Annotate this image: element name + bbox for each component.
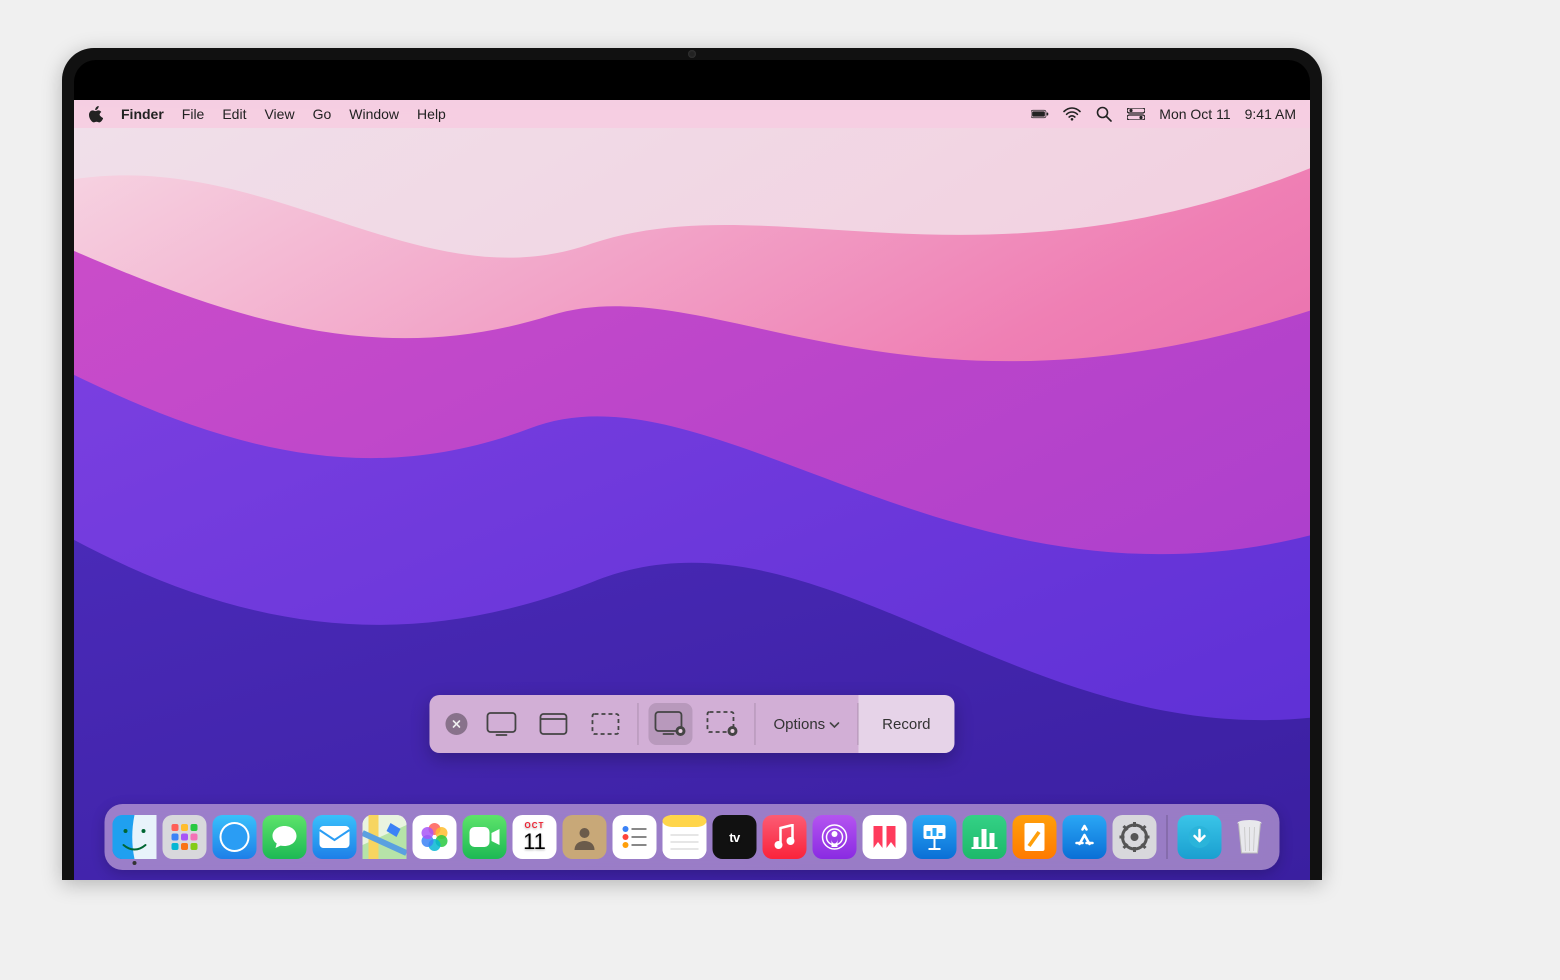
- dock-contacts[interactable]: [563, 815, 607, 859]
- camera-notch: [688, 50, 696, 58]
- dock-podcasts[interactable]: [813, 815, 857, 859]
- dock-photos[interactable]: [413, 815, 457, 859]
- window-menu[interactable]: Window: [349, 106, 399, 122]
- menu-bar-date[interactable]: Mon Oct 11: [1159, 106, 1230, 122]
- dock-safari[interactable]: [213, 815, 257, 859]
- close-screenshot-toolbar-button[interactable]: [445, 713, 467, 735]
- dock-notes[interactable]: [663, 815, 707, 859]
- dock-facetime[interactable]: [463, 815, 507, 859]
- app-menu[interactable]: Finder: [121, 106, 164, 122]
- screenshot-toolbar: Options Record: [429, 695, 954, 753]
- dock-reminders[interactable]: [613, 815, 657, 859]
- desktop-wallpaper: [74, 100, 1310, 880]
- capture-selection-button[interactable]: [583, 703, 627, 745]
- dock-launchpad[interactable]: [163, 815, 207, 859]
- dock-pages[interactable]: [1013, 815, 1057, 859]
- spotlight-search-icon[interactable]: [1095, 105, 1113, 123]
- dock-music[interactable]: [763, 815, 807, 859]
- record-label: Record: [882, 716, 930, 733]
- dock-finder[interactable]: [113, 815, 157, 859]
- menu-bar-time[interactable]: 9:41 AM: [1245, 106, 1296, 122]
- capture-window-button[interactable]: [531, 703, 575, 745]
- dock-mail[interactable]: [313, 815, 357, 859]
- go-menu[interactable]: Go: [313, 106, 332, 122]
- record-entire-screen-button[interactable]: [648, 703, 692, 745]
- calendar-day: 11: [523, 831, 546, 853]
- dock-maps[interactable]: [363, 815, 407, 859]
- screenshot-record-button[interactable]: Record: [858, 695, 954, 753]
- capture-entire-screen-button[interactable]: [479, 703, 523, 745]
- dock-calendar[interactable]: OCT 11: [513, 815, 557, 859]
- apple-menu-icon[interactable]: [88, 106, 103, 123]
- dock-trash[interactable]: [1228, 815, 1272, 859]
- dock-separator: [1167, 815, 1168, 859]
- screenshot-options-button[interactable]: Options: [755, 695, 857, 753]
- dock-system-preferences[interactable]: [1113, 815, 1157, 859]
- options-label: Options: [773, 716, 825, 733]
- dock-appstore[interactable]: [1063, 815, 1107, 859]
- battery-status-icon[interactable]: [1031, 105, 1049, 123]
- menu-bar: Finder File Edit View Go Window Help: [74, 100, 1310, 128]
- dock-news[interactable]: [863, 815, 907, 859]
- dock: OCT 11 tv: [105, 804, 1280, 870]
- dock-numbers[interactable]: [963, 815, 1007, 859]
- view-menu[interactable]: View: [264, 106, 294, 122]
- file-menu[interactable]: File: [182, 106, 205, 122]
- help-menu[interactable]: Help: [417, 106, 446, 122]
- chevron-down-icon: [829, 716, 839, 733]
- dock-messages[interactable]: [263, 815, 307, 859]
- record-selection-button[interactable]: [700, 703, 744, 745]
- wifi-status-icon[interactable]: [1063, 105, 1081, 123]
- edit-menu[interactable]: Edit: [222, 106, 246, 122]
- dock-tv[interactable]: tv: [713, 815, 757, 859]
- control-center-icon[interactable]: [1127, 105, 1145, 123]
- dock-keynote[interactable]: [913, 815, 957, 859]
- dock-downloads[interactable]: [1178, 815, 1222, 859]
